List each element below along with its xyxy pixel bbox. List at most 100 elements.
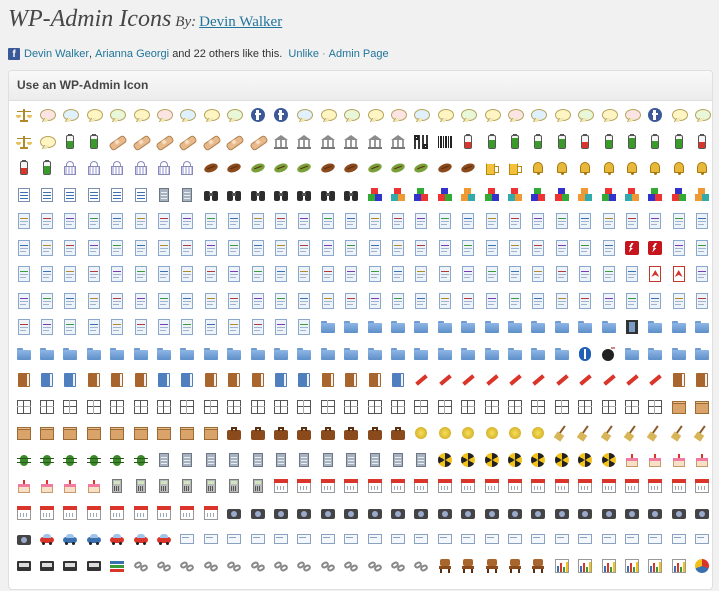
icon-option[interactable] — [480, 102, 503, 128]
icon-option[interactable] — [574, 235, 597, 261]
icon-option[interactable] — [574, 394, 597, 420]
icon-option[interactable] — [340, 420, 363, 446]
icon-option[interactable] — [106, 420, 129, 446]
icon-option[interactable] — [644, 447, 667, 473]
icon-option[interactable] — [433, 235, 456, 261]
icon-option[interactable] — [644, 367, 667, 393]
icon-option[interactable] — [269, 500, 292, 526]
icon-option[interactable] — [386, 341, 409, 367]
icon-option[interactable] — [480, 500, 503, 526]
icon-option[interactable] — [35, 473, 58, 499]
icon-option[interactable] — [386, 208, 409, 234]
icon-option[interactable] — [480, 261, 503, 287]
icon-option[interactable] — [457, 288, 480, 314]
icon-option[interactable] — [644, 526, 667, 552]
icon-option[interactable] — [433, 500, 456, 526]
icon-option[interactable] — [386, 102, 409, 128]
icon-option[interactable] — [269, 155, 292, 181]
icon-option[interactable] — [503, 261, 526, 287]
icon-option[interactable] — [293, 129, 316, 155]
icon-option[interactable] — [59, 447, 82, 473]
icon-option[interactable] — [129, 235, 152, 261]
icon-option[interactable] — [386, 447, 409, 473]
icon-option[interactable] — [293, 182, 316, 208]
icon-option[interactable] — [457, 182, 480, 208]
icon-option[interactable] — [293, 394, 316, 420]
icon-option[interactable] — [152, 447, 175, 473]
icon-option[interactable] — [269, 394, 292, 420]
icon-option[interactable] — [550, 235, 573, 261]
icon-option[interactable] — [152, 341, 175, 367]
icon-option[interactable] — [386, 235, 409, 261]
icon-option[interactable] — [59, 235, 82, 261]
icon-option[interactable] — [223, 182, 246, 208]
icon-option[interactable] — [223, 447, 246, 473]
icon-option[interactable] — [691, 314, 712, 340]
icon-option[interactable] — [35, 314, 58, 340]
icon-option[interactable] — [223, 341, 246, 367]
icon-option[interactable] — [480, 394, 503, 420]
icon-option[interactable] — [82, 288, 105, 314]
icon-option[interactable] — [59, 155, 82, 181]
icon-option[interactable] — [316, 447, 339, 473]
icon-option[interactable] — [176, 129, 199, 155]
icon-option[interactable] — [457, 367, 480, 393]
icon-option[interactable] — [574, 129, 597, 155]
icon-option[interactable] — [527, 420, 550, 446]
icon-option[interactable] — [480, 288, 503, 314]
icon-option[interactable] — [503, 288, 526, 314]
icon-option[interactable] — [35, 341, 58, 367]
icon-option[interactable] — [129, 182, 152, 208]
icon-option[interactable] — [106, 500, 129, 526]
icon-option[interactable] — [644, 341, 667, 367]
icon-option[interactable] — [503, 500, 526, 526]
icon-option[interactable] — [410, 447, 433, 473]
icon-option[interactable] — [152, 261, 175, 287]
icon-option[interactable] — [667, 235, 690, 261]
icon-option[interactable] — [35, 208, 58, 234]
icon-option[interactable] — [129, 500, 152, 526]
icon-option[interactable] — [293, 500, 316, 526]
icon-option[interactable] — [12, 208, 35, 234]
icon-option[interactable] — [667, 341, 690, 367]
icon-option[interactable] — [691, 473, 712, 499]
icon-option[interactable] — [550, 394, 573, 420]
icon-option[interactable] — [480, 235, 503, 261]
icon-option[interactable] — [316, 129, 339, 155]
icon-option[interactable] — [176, 235, 199, 261]
icon-option[interactable] — [691, 394, 712, 420]
icon-option[interactable] — [82, 314, 105, 340]
icon-option[interactable] — [59, 182, 82, 208]
icon-option[interactable] — [410, 420, 433, 446]
icon-option[interactable] — [176, 208, 199, 234]
icon-option[interactable] — [316, 500, 339, 526]
icon-option[interactable] — [410, 341, 433, 367]
icon-option[interactable] — [363, 235, 386, 261]
icon-option[interactable] — [527, 235, 550, 261]
icon-option[interactable] — [129, 394, 152, 420]
icon-option[interactable] — [176, 526, 199, 552]
icon-option[interactable] — [363, 500, 386, 526]
icon-option[interactable] — [316, 314, 339, 340]
icon-option[interactable] — [340, 235, 363, 261]
icon-option[interactable] — [457, 473, 480, 499]
icon-option[interactable] — [269, 420, 292, 446]
icon-option[interactable] — [691, 447, 712, 473]
icon-option[interactable] — [340, 341, 363, 367]
icon-option[interactable] — [667, 288, 690, 314]
icon-option[interactable] — [176, 473, 199, 499]
icon-option[interactable] — [35, 394, 58, 420]
icon-option[interactable] — [550, 367, 573, 393]
icon-option[interactable] — [199, 447, 222, 473]
icon-option[interactable] — [293, 367, 316, 393]
icon-option[interactable] — [82, 420, 105, 446]
icon-option[interactable] — [410, 182, 433, 208]
icon-option[interactable] — [644, 314, 667, 340]
icon-option[interactable] — [527, 155, 550, 181]
icon-option[interactable] — [410, 367, 433, 393]
icon-option[interactable] — [340, 288, 363, 314]
icon-option[interactable] — [527, 102, 550, 128]
icon-option[interactable] — [550, 500, 573, 526]
icon-option[interactable] — [363, 314, 386, 340]
icon-option[interactable] — [340, 394, 363, 420]
